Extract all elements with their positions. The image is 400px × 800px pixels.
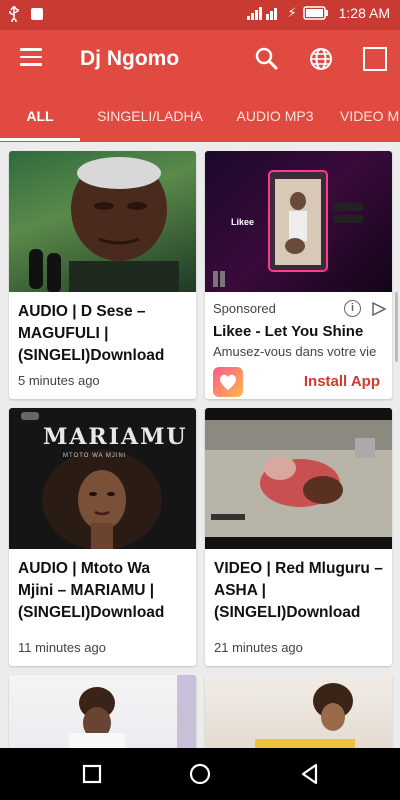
tab-indicator — [0, 138, 80, 141]
post-title: AUDIO | Mtoto Wa Mjini – MARIAMU | (SING… — [18, 560, 165, 621]
thumbnail-title-text: MARIAMU — [43, 424, 188, 450]
post-card[interactable] — [205, 675, 392, 748]
post-title: VIDEO | Red Mluguru – ASHA | (SINGELI)Do… — [214, 560, 383, 621]
post-thumbnail: MARIAMU MTOTO WA MJINI — [9, 408, 196, 549]
status-bar: ⚡ 1:28 AM — [0, 0, 400, 30]
app-title: Dj Ngomo — [80, 47, 180, 70]
post-thumbnail — [9, 675, 196, 748]
ad-info-icon[interactable]: i — [344, 300, 361, 317]
ad-description: Amusez-vous dans votre vie — [213, 344, 377, 359]
tab-all[interactable]: ALL — [0, 88, 80, 142]
back-icon[interactable] — [298, 762, 322, 786]
ad-choices-icon[interactable] — [371, 301, 387, 317]
status-time: 1:28 AM — [338, 5, 390, 21]
ad-image: Likee — [205, 151, 392, 292]
category-tabs: ALL SINGELI/LADHA AUDIO MP3 VIDEO M — [0, 88, 400, 142]
tab-singeli-ladha[interactable]: SINGELI/LADHA — [84, 88, 216, 142]
charging-icon: ⚡ — [287, 5, 297, 20]
battery-icon — [302, 6, 328, 20]
install-app-button[interactable]: Install App — [304, 373, 380, 390]
post-time: 21 minutes ago — [214, 640, 303, 655]
post-thumbnail — [205, 675, 392, 748]
likee-logo-text: Likee — [231, 217, 255, 227]
notification-icon — [31, 8, 43, 20]
thumbnail-subtitle-text: MTOTO WA MJINI — [63, 453, 127, 459]
signal-icon — [247, 7, 278, 20]
post-thumbnail — [9, 151, 196, 292]
post-time: 11 minutes ago — [18, 640, 106, 655]
search-icon[interactable] — [254, 46, 280, 72]
ad-card[interactable]: Likee Sponsored i Likee - Let You Shine … — [205, 151, 392, 399]
system-nav-bar — [0, 748, 400, 800]
post-grid: AUDIO | D Sese – MAGUFULI | (SINGELI)Dow… — [0, 142, 400, 748]
post-title: AUDIO | D Sese – MAGUFULI | (SINGELI)Dow… — [18, 303, 165, 364]
usb-icon — [9, 6, 19, 22]
ad-title: Likee - Let You Shine — [213, 323, 364, 340]
post-thumbnail — [205, 408, 392, 549]
menu-icon[interactable] — [20, 48, 42, 66]
post-card[interactable]: VIDEO | Red Mluguru – ASHA | (SINGELI)Do… — [205, 408, 392, 666]
ad-sponsored-label: Sponsored — [213, 301, 276, 316]
post-time: 5 minutes ago — [18, 373, 100, 388]
tab-audio-mp3[interactable]: AUDIO MP3 — [222, 88, 328, 142]
tab-video[interactable]: VIDEO M — [340, 88, 400, 142]
app-bar: Dj Ngomo — [0, 30, 400, 88]
square-icon[interactable] — [362, 46, 388, 72]
likee-app-icon — [213, 367, 243, 397]
post-card[interactable] — [9, 675, 196, 748]
post-card[interactable]: MARIAMU MTOTO WA MJINI AUDIO | Mtoto Wa … — [9, 408, 196, 666]
scrollbar[interactable] — [395, 292, 398, 362]
recent-apps-icon[interactable] — [80, 762, 104, 786]
post-card[interactable]: AUDIO | D Sese – MAGUFULI | (SINGELI)Dow… — [9, 151, 196, 399]
globe-icon[interactable] — [308, 46, 334, 72]
home-icon[interactable] — [188, 762, 212, 786]
